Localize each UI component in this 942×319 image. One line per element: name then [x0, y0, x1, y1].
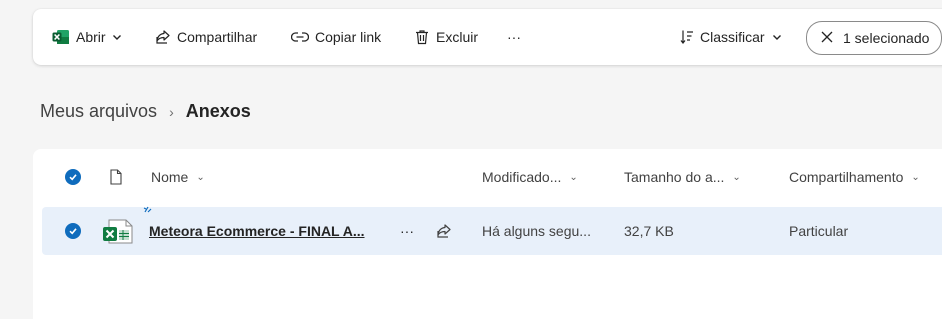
excel-icon [52, 29, 70, 45]
share-label: Compartilhar [177, 29, 258, 45]
select-all-checkbox[interactable] [65, 149, 81, 205]
excel-file-icon [102, 207, 136, 255]
delete-button[interactable]: Excluir [414, 9, 478, 65]
selection-count: 1 selecionado [843, 30, 930, 46]
chevron-down-icon: ⌄ [196, 171, 205, 183]
file-name[interactable]: Meteora Ecommerce - FINAL A... [149, 223, 365, 239]
chevron-down-icon [112, 32, 122, 42]
more-icon: ··· [400, 223, 414, 239]
more-icon: ··· [507, 29, 521, 45]
page-title: Anexos [185, 101, 251, 121]
checkmark-icon [65, 223, 81, 239]
selection-pill[interactable]: 1 selecionado [806, 21, 942, 55]
chevron-down-icon: ⌄ [911, 171, 920, 183]
sort-icon [680, 29, 694, 45]
row-checkbox[interactable] [65, 207, 81, 255]
chevron-down-icon: ⌄ [569, 171, 578, 183]
row-share-button[interactable] [436, 207, 452, 255]
delete-label: Excluir [436, 29, 479, 45]
name-header-label: Nome [151, 169, 189, 185]
file-name-link[interactable]: Meteora Ecommerce - FINAL A... [149, 207, 365, 255]
share-icon [437, 224, 451, 238]
breadcrumb: Meus arquivos › Anexos [40, 101, 251, 122]
modified-column-header[interactable]: Modificado... ⌄ [482, 149, 578, 205]
table-row[interactable]: Meteora Ecommerce - FINAL A... ··· Há al… [42, 206, 942, 255]
file-type-header-icon[interactable] [110, 149, 122, 205]
sharing-header-label: Compartilhamento [789, 169, 904, 185]
size-header-label: Tamanho do a... [624, 169, 725, 185]
modified-cell: Há alguns segu... [482, 223, 591, 239]
chevron-down-icon [772, 32, 782, 42]
sharing-cell: Particular [789, 223, 849, 239]
file-list: Nome ⌄ Modificado... ⌄ Tamanho do a... ⌄… [33, 149, 942, 319]
breadcrumb-separator: › [169, 103, 174, 120]
open-button[interactable]: Abrir [52, 9, 122, 65]
sort-button[interactable]: Classificar [680, 9, 782, 65]
row-more-button[interactable]: ··· [400, 207, 414, 255]
link-icon [291, 31, 309, 43]
sort-label: Classificar [700, 29, 765, 45]
sharing-column-header[interactable]: Compartilhamento ⌄ [789, 149, 920, 205]
share-icon [155, 29, 171, 45]
command-bar: Abrir Compartilhar Copiar link Excluir ·… [33, 9, 942, 65]
share-button[interactable]: Compartilhar [155, 9, 257, 65]
chevron-down-icon: ⌄ [732, 171, 741, 183]
file-list-header: Nome ⌄ Modificado... ⌄ Tamanho do a... ⌄… [33, 149, 942, 205]
breadcrumb-parent[interactable]: Meus arquivos [40, 101, 157, 122]
close-icon[interactable] [821, 30, 833, 46]
modified-header-label: Modificado... [482, 169, 562, 185]
copy-link-label: Copiar link [315, 29, 382, 45]
open-label: Abrir [76, 29, 106, 45]
size-column-header[interactable]: Tamanho do a... ⌄ [624, 149, 741, 205]
checkmark-icon [65, 169, 81, 185]
name-column-header[interactable]: Nome ⌄ [151, 149, 205, 205]
more-actions-button[interactable]: ··· [507, 9, 521, 65]
trash-icon [414, 29, 430, 45]
size-cell: 32,7 KB [624, 223, 674, 239]
copy-link-button[interactable]: Copiar link [291, 9, 381, 65]
